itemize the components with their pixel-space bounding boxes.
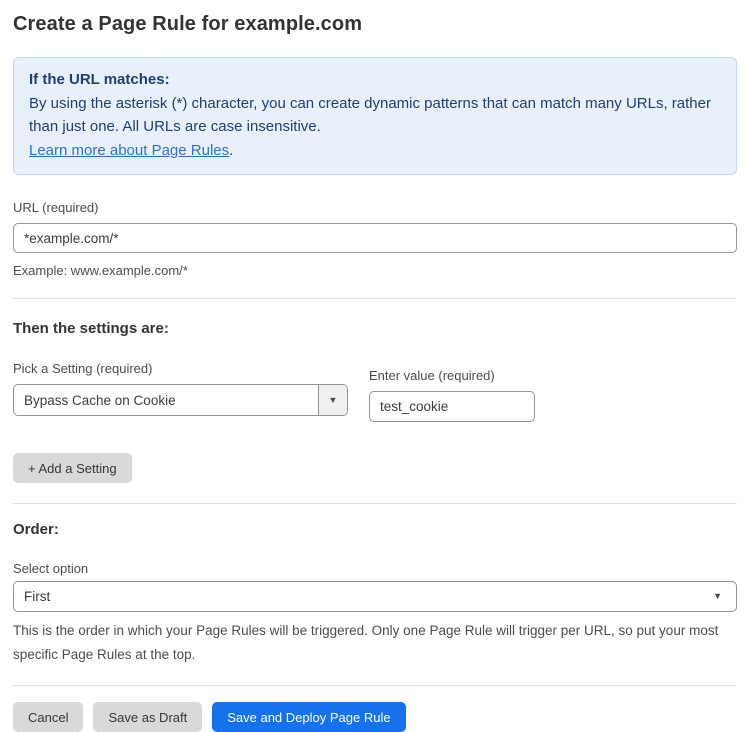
divider: [13, 685, 737, 686]
settings-section-heading: Then the settings are:: [13, 320, 737, 337]
setting-dropdown-value: Bypass Cache on Cookie: [14, 385, 318, 415]
url-helper-text: Example: www.example.com/*: [13, 260, 737, 281]
add-setting-wrap: + Add a Setting: [13, 453, 737, 483]
setting-dropdown[interactable]: Bypass Cache on Cookie ▼: [13, 384, 348, 416]
learn-more-link[interactable]: Learn more about Page Rules: [29, 142, 229, 159]
cancel-button[interactable]: Cancel: [13, 702, 83, 732]
url-match-info-box: If the URL matches: By using the asteris…: [13, 57, 737, 175]
divider: [13, 298, 737, 299]
save-as-draft-button[interactable]: Save as Draft: [93, 702, 202, 732]
url-field-label: URL (required): [13, 200, 737, 215]
info-box-heading: If the URL matches:: [29, 68, 721, 92]
order-select-value: First: [24, 589, 713, 604]
order-helper-text: This is the order in which your Page Rul…: [13, 619, 737, 667]
add-setting-button[interactable]: + Add a Setting: [13, 453, 132, 483]
setting-value-input[interactable]: [369, 391, 535, 422]
order-section-heading: Order:: [13, 521, 737, 538]
setting-value-label: Enter value (required): [369, 368, 535, 383]
link-suffix: .: [229, 142, 233, 159]
create-page-rule-panel: Create a Page Rule for example.com If th…: [0, 0, 750, 732]
divider: [13, 503, 737, 504]
settings-row: Pick a Setting (required) Bypass Cache o…: [13, 361, 737, 422]
url-input[interactable]: [13, 223, 737, 253]
setting-picker-label: Pick a Setting (required): [13, 361, 348, 376]
chevron-down-icon: ▼: [329, 396, 338, 405]
actions-row: Cancel Save as Draft Save and Deploy Pag…: [13, 702, 737, 732]
info-box-link-line: Learn more about Page Rules.: [29, 139, 721, 163]
page-title: Create a Page Rule for example.com: [13, 13, 737, 36]
setting-dropdown-arrow-button[interactable]: ▼: [318, 385, 347, 415]
order-select-label: Select option: [13, 561, 737, 576]
chevron-down-icon: ▼: [713, 592, 722, 601]
setting-picker-column: Pick a Setting (required) Bypass Cache o…: [13, 361, 348, 416]
info-box-body: By using the asterisk (*) character, you…: [29, 92, 721, 139]
order-select[interactable]: First ▼: [13, 581, 737, 612]
save-and-deploy-button[interactable]: Save and Deploy Page Rule: [212, 702, 405, 732]
setting-value-column: Enter value (required): [369, 368, 535, 422]
